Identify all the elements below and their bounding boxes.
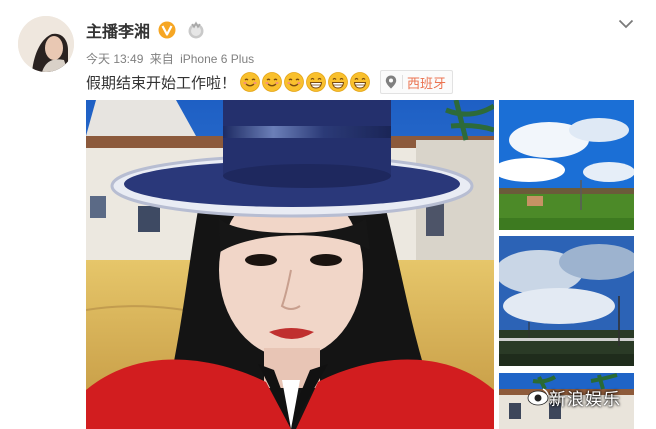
smile-emoji: [262, 72, 282, 92]
thumbnail-landscape-2[interactable]: [499, 236, 634, 366]
author-name[interactable]: 主播李湘: [86, 18, 150, 42]
source-prefix: 来自: [149, 52, 174, 66]
post-meta: 今天 13:49 来自 iPhone 6 Plus: [86, 50, 254, 67]
vip-v-icon[interactable]: [158, 21, 176, 39]
smile-emoji: [284, 72, 304, 92]
selfie-photo: [86, 100, 494, 429]
location-divider: [402, 75, 404, 89]
location-label[interactable]: 西班牙: [407, 73, 446, 92]
avatar-image: [18, 16, 74, 72]
grin-emoji: [328, 72, 348, 92]
landscape-photo-2: [499, 236, 634, 366]
watermark-text: 新浪娱乐: [549, 390, 621, 409]
sina-eye-icon: [527, 388, 549, 406]
location-tag[interactable]: 西班牙: [380, 70, 454, 94]
post-content: 假期结束开始工作啦！ 西班牙: [86, 70, 454, 94]
thumbnail-landscape-1[interactable]: [499, 100, 634, 230]
landscape-photo-1: [499, 100, 634, 230]
post-source[interactable]: iPhone 6 Plus: [180, 52, 254, 66]
grin-emoji: [350, 72, 370, 92]
grin-emoji: [306, 72, 326, 92]
avatar[interactable]: [18, 16, 74, 72]
chevron-down-icon: [618, 19, 634, 29]
post-menu-button[interactable]: [614, 12, 638, 36]
location-pin-icon: [385, 75, 397, 89]
main-photo[interactable]: [86, 100, 494, 429]
post-text: 假期结束开始工作啦！: [86, 74, 237, 92]
post-time[interactable]: 今天 13:49: [86, 52, 143, 66]
member-badge-icon[interactable]: [186, 21, 206, 39]
smile-emoji: [240, 72, 260, 92]
